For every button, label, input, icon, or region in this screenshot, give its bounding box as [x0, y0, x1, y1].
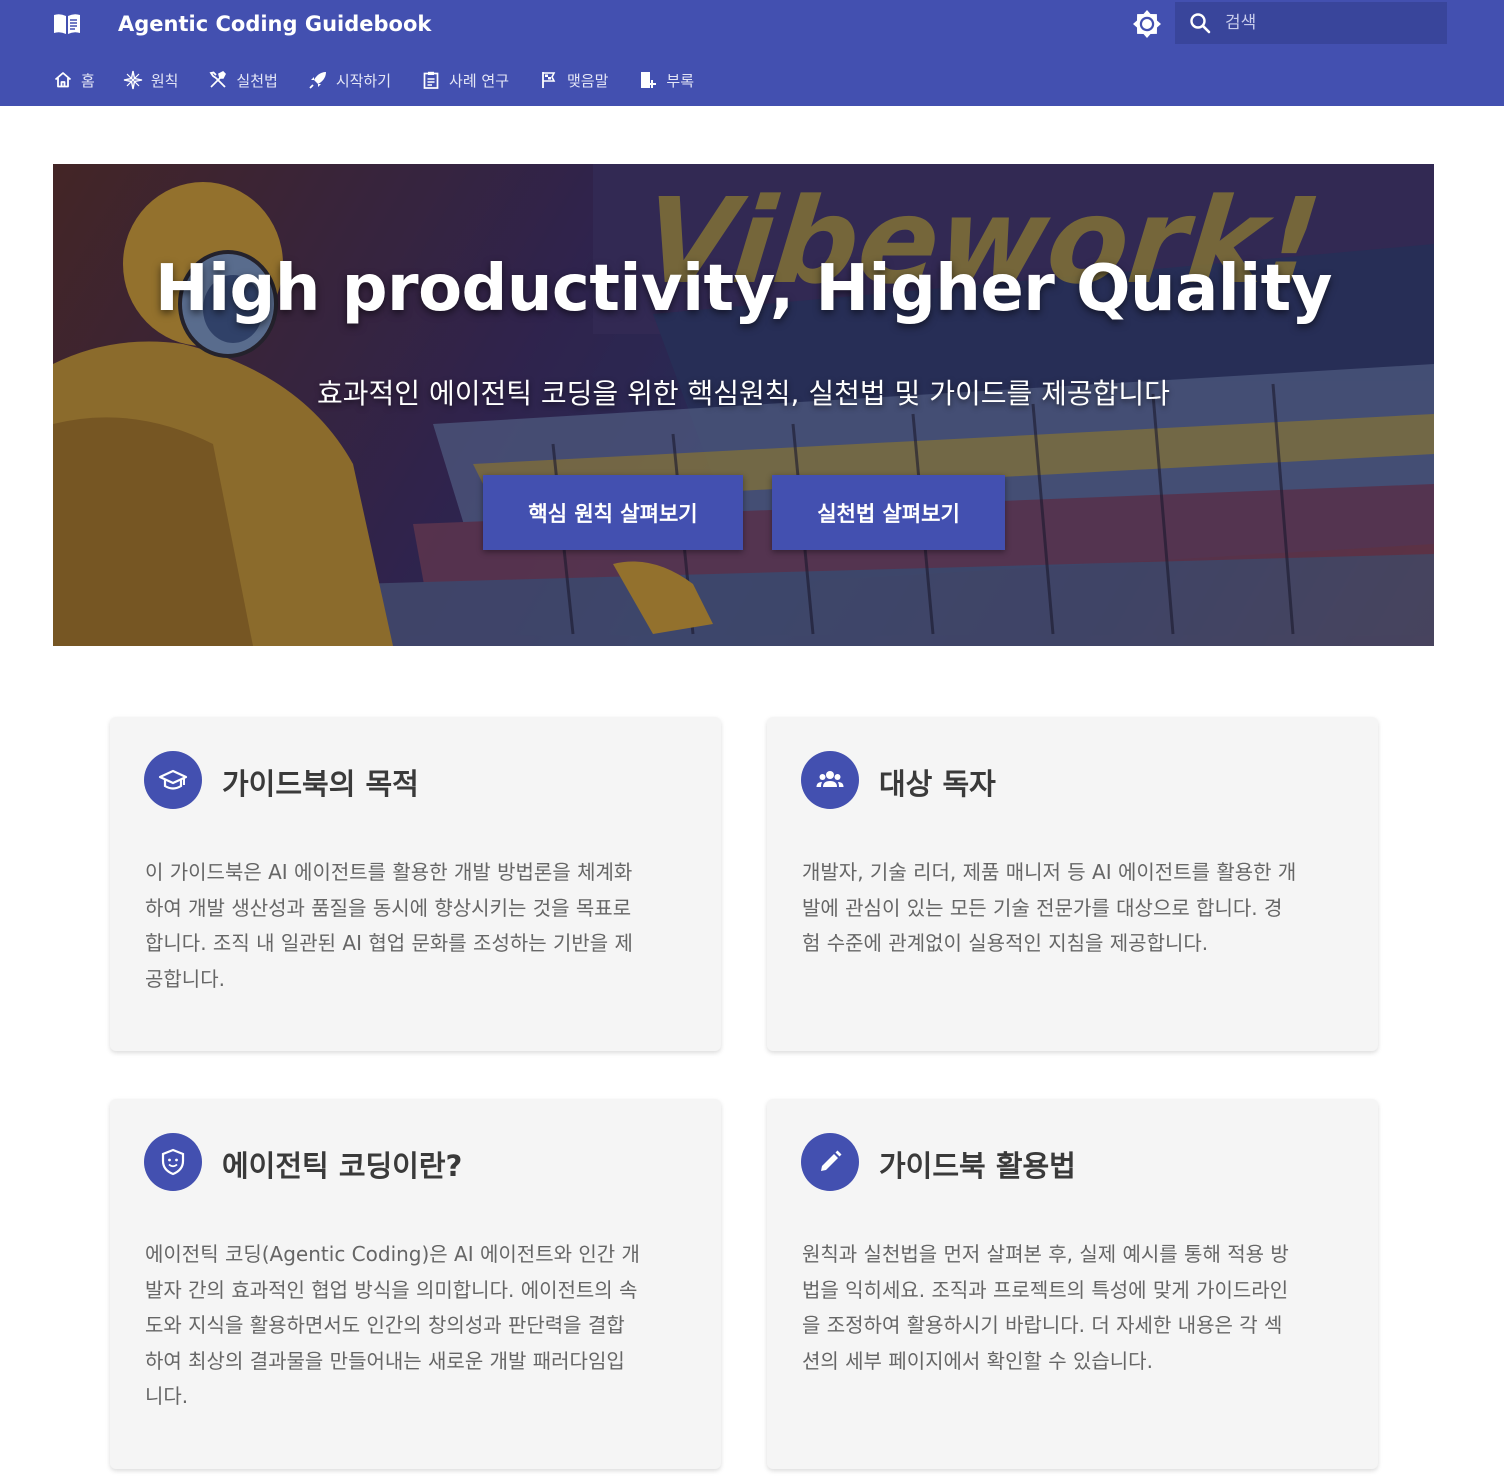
- card-text-line: 이 가이드북은 AI 에이전트를 활용한 개발 방법론을 체계화: [145, 860, 633, 884]
- flag-icon: [542, 72, 556, 88]
- card-agentic-coding: 에이전틱 코딩이란? 에이전틱 코딩(Agentic Coding)은 AI 에…: [110, 1099, 721, 1469]
- card-text-line: 합니다. 조직 내 일관된 AI 협업 문화를 조성하는 기반을 제: [145, 931, 633, 955]
- card-title: 가이드북 활용법: [879, 1149, 1076, 1183]
- card-icon-badge: [144, 1133, 202, 1191]
- clipboard-icon: [423, 71, 439, 89]
- home-icon: [54, 72, 72, 88]
- card-audience: 대상 독자 개발자, 기술 리더, 제품 매니저 등 AI 에이전트를 활용한 …: [767, 717, 1378, 1051]
- tools-icon: [209, 71, 227, 88]
- explore-principles-button[interactable]: 핵심 원칙 살펴보기: [483, 475, 743, 550]
- search-icon: [1190, 13, 1211, 34]
- nav-tabs: 홈 원칙 실천법 시작하기 사례 연구 맺음말 부록: [53, 64, 724, 96]
- card-icon-badge: [144, 751, 202, 809]
- tab-home[interactable]: 홈: [53, 64, 95, 96]
- hero-title: High productivity, Higher Quality: [155, 252, 1332, 326]
- card-text-line: 험 수준에 관계없이 실용적인 지침을 제공합니다.: [802, 931, 1209, 955]
- site-title[interactable]: Agentic Coding Guidebook: [118, 8, 431, 40]
- top-header: Agentic Coding Guidebook 홈 원칙 실천법 시작하기: [0, 0, 1504, 106]
- card-text-line: 에이전틱 코딩(Agentic Coding)은 AI 에이전트와 인간 개: [145, 1242, 640, 1266]
- tab-conclusion[interactable]: 맺음말: [539, 64, 608, 96]
- card-title: 대상 독자: [879, 767, 996, 801]
- card-text-line: 션의 세부 페이지에서 확인할 수 있습니다.: [802, 1348, 1153, 1373]
- tab-label: 시작하기: [335, 71, 392, 90]
- brightness-icon[interactable]: [1132, 9, 1162, 39]
- explore-practices-button[interactable]: 실천법 살펴보기: [772, 475, 1005, 550]
- card-icon-badge: [801, 1133, 859, 1191]
- tab-getting-started[interactable]: 시작하기: [308, 64, 391, 96]
- tab-label: 홈: [81, 71, 95, 90]
- users-icon: [816, 771, 844, 787]
- card-text-line: 원칙과 실천법을 먼저 살펴본 후, 실제 예시를 통해 적용 방: [802, 1242, 1289, 1266]
- tab-label: 사례 연구: [449, 71, 509, 90]
- tab-appendix[interactable]: 부록: [638, 64, 694, 96]
- card-text-line: 발에 관심이 있는 모든 기술 전문가를 대상으로 합니다. 경: [802, 895, 1283, 920]
- tab-label: 부록: [666, 71, 695, 90]
- shield-face-icon: [161, 1148, 185, 1176]
- card-text-line: 니다.: [145, 1384, 189, 1408]
- card-text-line: 하여 최상의 결과물을 만들어내는 새로운 개발 패러다임입: [145, 1348, 625, 1373]
- tab-label: 실천법: [236, 71, 278, 90]
- card-how-to-use: 가이드북 활용법 원칙과 실천법을 먼저 살펴본 후, 실제 예시를 통해 적용…: [767, 1099, 1378, 1469]
- book-open-icon[interactable]: [53, 12, 81, 36]
- book-plus-icon: [641, 72, 657, 88]
- card-body: 개발자, 기술 리더, 제품 매니저 등 AI 에이전트를 활용한 개 발에 관…: [802, 855, 1347, 962]
- card-body: 에이전틱 코딩(Agentic Coding)은 AI 에이전트와 인간 개 발…: [145, 1237, 690, 1415]
- card-text-line: 개발자, 기술 리더, 제품 매니저 등 AI 에이전트를 활용한 개: [802, 860, 1297, 884]
- card-text-line: 하여 개발 생산성과 품질을 동시에 향상시키는 것을 목표로: [145, 895, 632, 920]
- tab-practices[interactable]: 실천법: [208, 64, 278, 96]
- tab-label: 원칙: [150, 71, 179, 90]
- card-text-line: 발자 간의 효과적인 협업 방식을 의미합니다. 에이전트의 속: [145, 1277, 638, 1302]
- rocket-icon: [309, 72, 326, 89]
- card-body: 원칙과 실천법을 먼저 살펴본 후, 실제 예시를 통해 적용 방 법을 익히세…: [802, 1237, 1347, 1379]
- card-text-line: 공합니다.: [145, 966, 225, 991]
- card-body: 이 가이드북은 AI 에이전트를 활용한 개발 방법론을 체계화 하여 개발 생…: [145, 855, 690, 997]
- search-input[interactable]: [1225, 8, 1435, 38]
- hero-subtitle: 효과적인 에이전틱 코딩을 위한 핵심원칙, 실천법 및 가이드를 제공합니다: [317, 377, 1170, 410]
- card-text-line: 법을 익히세요. 조직과 프로젝트의 특성에 맞게 가이드라인: [802, 1277, 1289, 1302]
- card-text-line: 도와 지식을 활용하면서도 인간의 창의성과 판단력을 결합: [145, 1313, 625, 1337]
- tab-case-studies[interactable]: 사례 연구: [421, 64, 509, 96]
- card-title: 에이전틱 코딩이란?: [222, 1149, 463, 1183]
- graduation-cap-icon: [158, 769, 188, 790]
- card-icon-badge: [801, 751, 859, 809]
- search-box[interactable]: [1175, 2, 1447, 44]
- hero-banner: Vibework! High productivity, Higher Qual…: [53, 164, 1434, 646]
- pencil-icon: [821, 1150, 842, 1171]
- card-purpose: 가이드북의 목적 이 가이드북은 AI 에이전트를 활용한 개발 방법론을 체계…: [110, 717, 721, 1051]
- card-text-line: 을 조정하여 활용하시기 바랍니다. 더 자세한 내용은 각 섹: [802, 1313, 1283, 1337]
- compass-icon: [123, 70, 142, 90]
- card-title: 가이드북의 목적: [222, 767, 419, 801]
- tab-principles[interactable]: 원칙: [123, 64, 179, 96]
- tab-label: 맺음말: [567, 71, 609, 90]
